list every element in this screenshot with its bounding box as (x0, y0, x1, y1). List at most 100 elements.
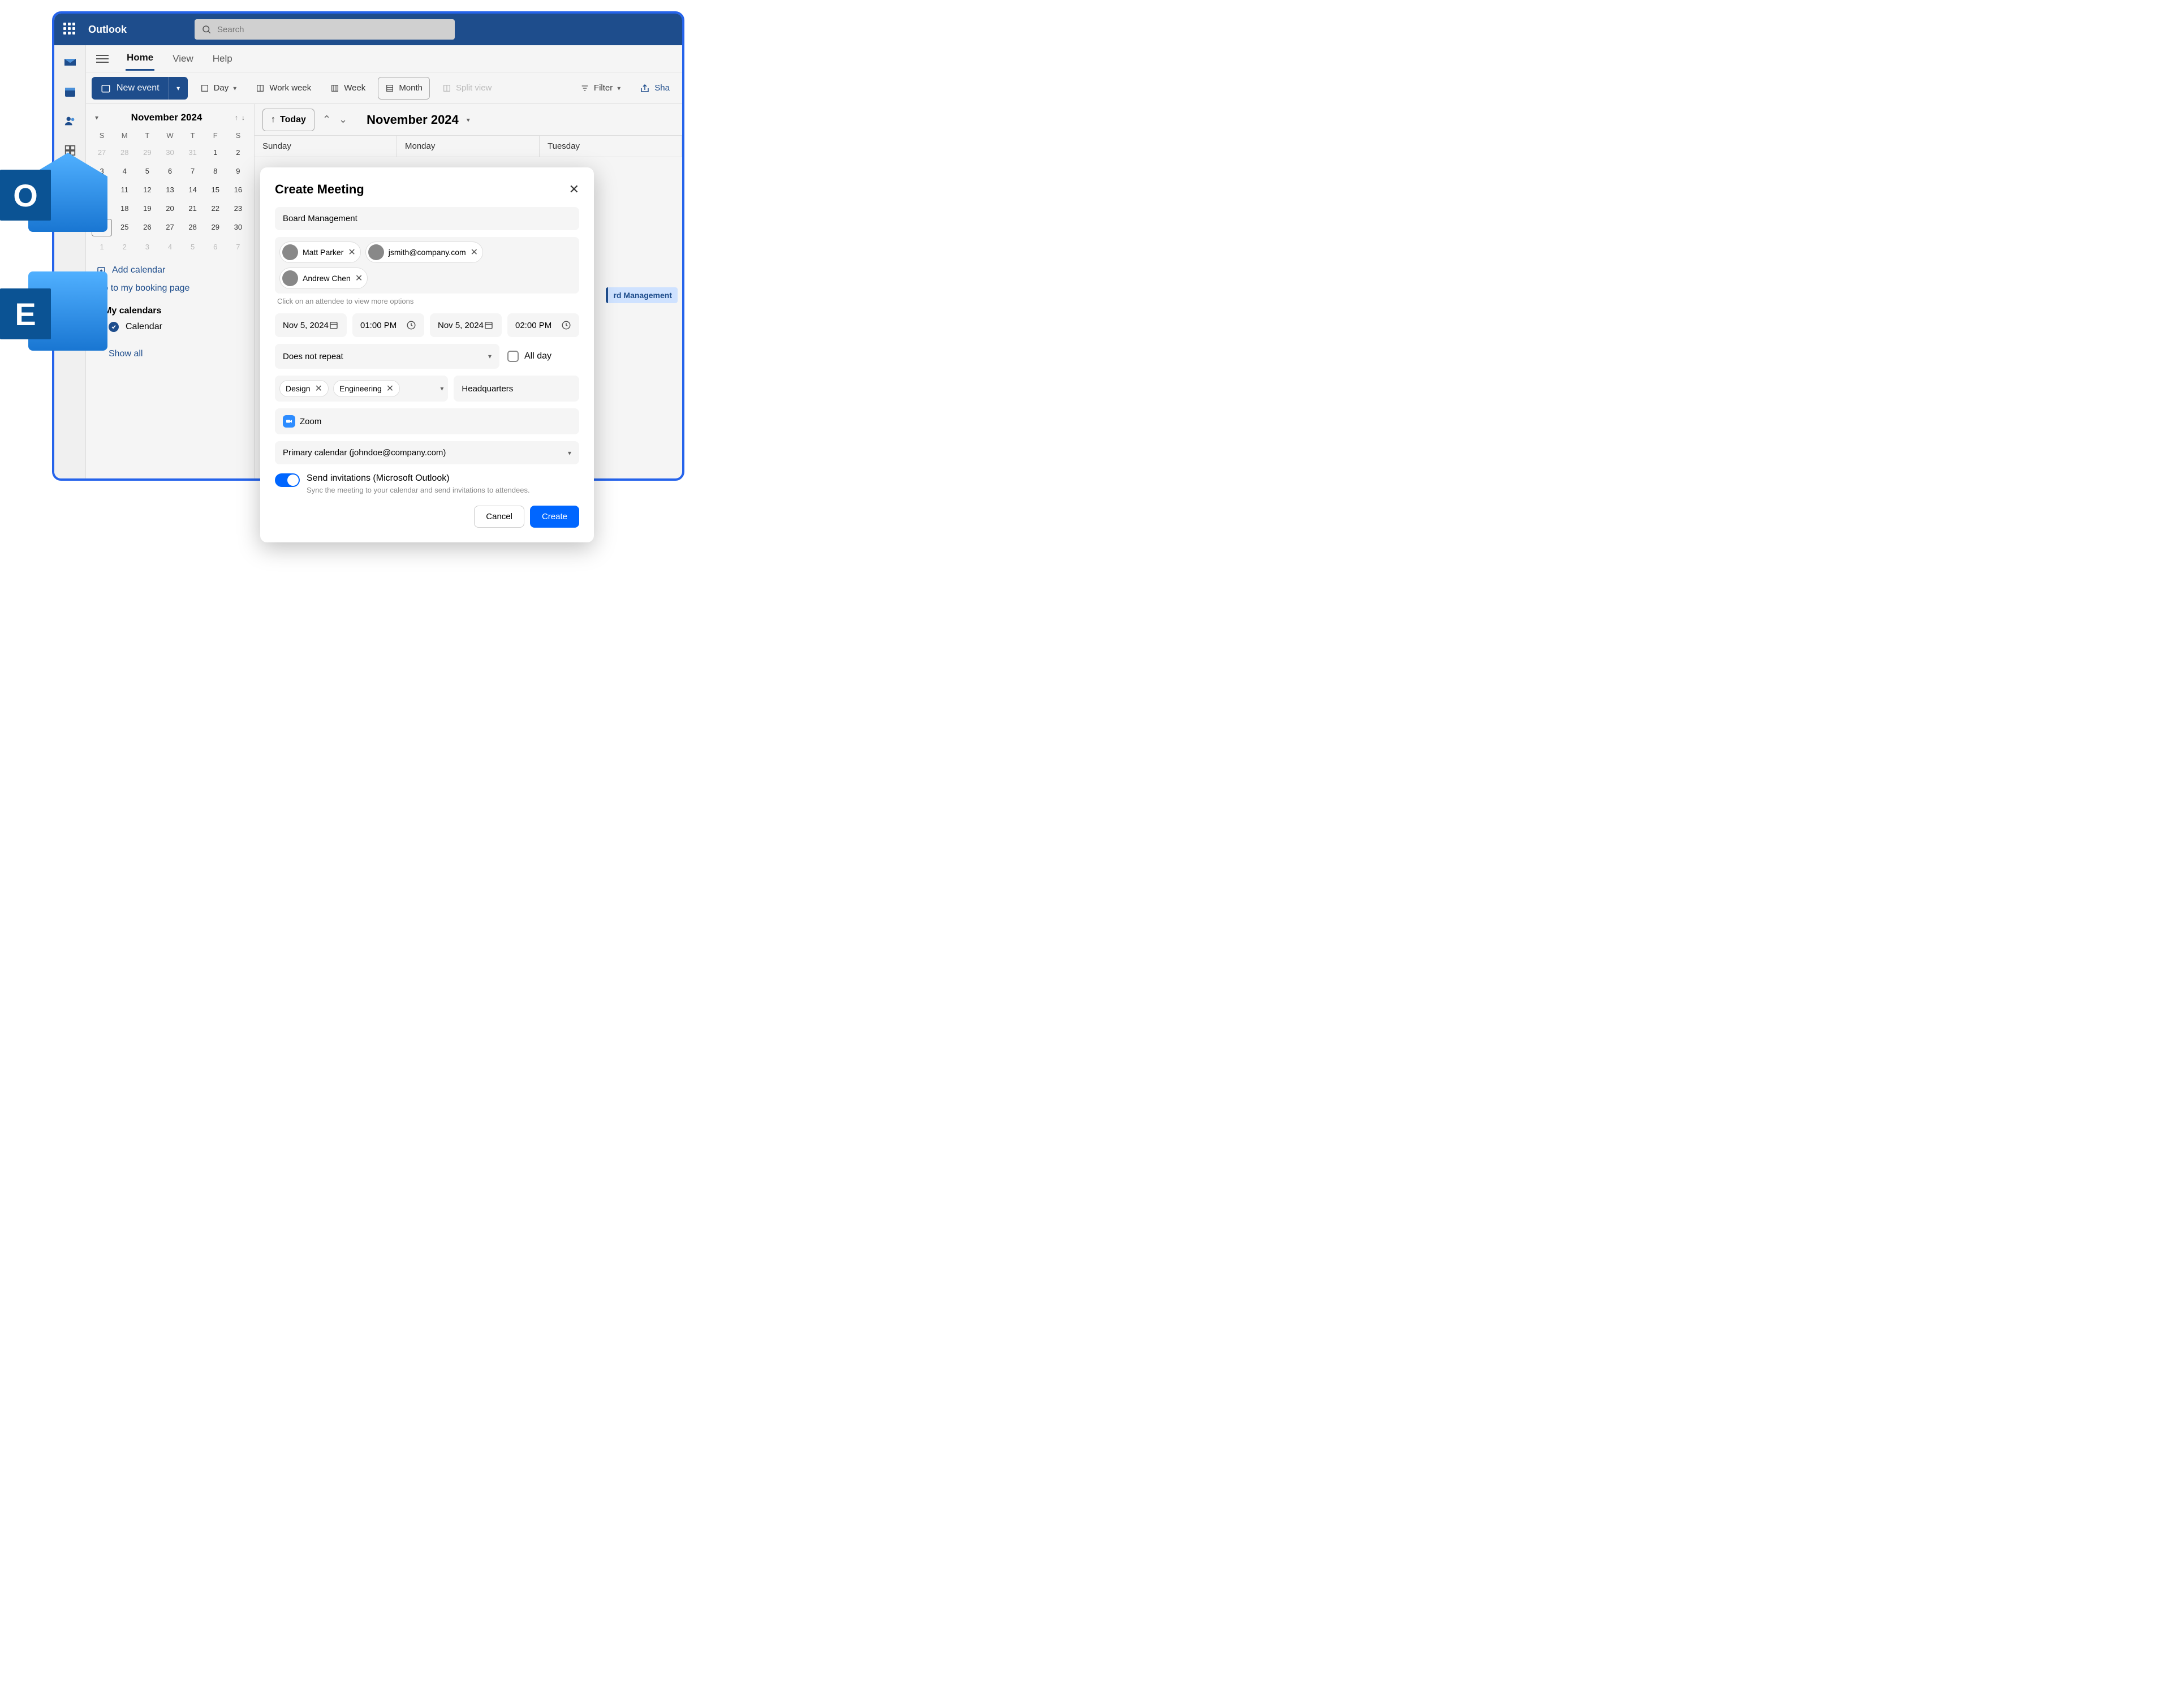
clock-icon (561, 320, 571, 330)
end-time-field[interactable]: 02:00 PM (507, 313, 579, 337)
all-day-checkbox[interactable]: All day (505, 344, 579, 369)
attendees-field[interactable]: Matt Parker✕jsmith@company.com✕ Andrew Ch… (275, 237, 579, 294)
attendee-chip[interactable]: jsmith@company.com✕ (365, 241, 483, 263)
tag-chip[interactable]: Design✕ (279, 380, 329, 397)
my-calendars-header[interactable]: ▾My calendars (92, 306, 248, 316)
mini-cal-day[interactable]: 28 (183, 219, 203, 236)
mini-cal-day[interactable]: 6 (205, 239, 226, 255)
booking-link[interactable]: Go to my booking page (92, 283, 248, 294)
people-icon[interactable] (63, 114, 77, 128)
next-icon[interactable]: ⌄ (339, 114, 347, 126)
mini-cal-day[interactable]: 23 (228, 200, 248, 217)
send-invitations-toggle[interactable] (275, 473, 300, 487)
mail-icon[interactable] (63, 55, 77, 69)
calendar-plus-icon (101, 83, 111, 93)
remove-icon[interactable]: ✕ (386, 383, 394, 394)
mini-cal-day[interactable]: 8 (205, 163, 226, 179)
cancel-button[interactable]: Cancel (474, 506, 524, 528)
mini-cal-day[interactable]: 6 (160, 163, 180, 179)
next-month-icon[interactable]: ↓ (242, 114, 245, 122)
view-day-button[interactable]: Day▾ (193, 77, 244, 100)
tab-view[interactable]: View (171, 48, 195, 70)
show-all-link[interactable]: Show all (92, 349, 248, 359)
mini-cal-day[interactable]: 30 (160, 144, 180, 161)
collapse-icon[interactable]: ▾ (95, 114, 98, 122)
search-input[interactable] (217, 25, 448, 34)
close-icon[interactable]: ✕ (569, 182, 579, 197)
new-event-button[interactable]: New event ▾ (92, 77, 188, 100)
mini-cal-day[interactable]: 7 (228, 239, 248, 255)
conference-field[interactable]: Zoom (275, 408, 579, 434)
month-dropdown-icon[interactable]: ▾ (467, 116, 470, 124)
tag-chip[interactable]: Engineering✕ (333, 380, 400, 397)
mini-cal-day[interactable]: 28 (114, 144, 135, 161)
mini-cal-day[interactable]: 2 (114, 239, 135, 255)
mini-cal-day[interactable]: 7 (183, 163, 203, 179)
mini-cal-day[interactable]: 4 (160, 239, 180, 255)
today-button[interactable]: ↑Today (262, 109, 314, 131)
mini-cal-day[interactable]: 11 (114, 182, 135, 198)
mini-cal-day[interactable]: 19 (137, 200, 157, 217)
mini-cal-day[interactable]: 18 (114, 200, 135, 217)
tags-field[interactable]: Design✕Engineering✕ ▾ (275, 376, 448, 402)
prev-month-icon[interactable]: ↑ (235, 114, 238, 122)
mini-cal-day[interactable]: 20 (160, 200, 180, 217)
location-field[interactable]: Headquarters (454, 376, 579, 402)
mini-cal-day[interactable]: 30 (228, 219, 248, 236)
mini-cal-day[interactable]: 15 (205, 182, 226, 198)
mini-cal-day[interactable]: 21 (183, 200, 203, 217)
mini-cal-day[interactable]: 3 (137, 239, 157, 255)
mini-cal-day[interactable]: 22 (205, 200, 226, 217)
mini-cal-day[interactable]: 2 (228, 144, 248, 161)
tab-help[interactable]: Help (212, 48, 234, 70)
end-date-field[interactable]: Nov 5, 2024 (430, 313, 502, 337)
calendar-event[interactable]: rd Management (606, 287, 678, 303)
mini-cal-day[interactable]: 25 (114, 219, 135, 236)
app-launcher-icon[interactable] (63, 23, 77, 36)
mini-cal-day[interactable]: 29 (137, 144, 157, 161)
mini-cal-day[interactable]: 27 (160, 219, 180, 236)
hamburger-icon[interactable] (96, 53, 109, 65)
attendee-chip[interactable]: Matt Parker✕ (279, 241, 361, 263)
mini-cal-day[interactable]: 29 (205, 219, 226, 236)
external-icons: O E (0, 147, 113, 385)
calendar-item[interactable]: Calendar (92, 316, 248, 332)
create-button[interactable]: Create (530, 506, 579, 528)
calendar-icon[interactable] (63, 85, 77, 98)
start-date-field[interactable]: Nov 5, 2024 (275, 313, 347, 337)
mini-cal-day[interactable]: 9 (228, 163, 248, 179)
mini-cal-day[interactable]: 4 (114, 163, 135, 179)
mini-cal-day[interactable]: 16 (228, 182, 248, 198)
repeat-dropdown[interactable]: Does not repeat▾ (275, 344, 499, 369)
view-month-button[interactable]: Month (378, 77, 430, 100)
mini-cal-day[interactable]: 14 (183, 182, 203, 198)
remove-icon[interactable]: ✕ (355, 273, 363, 284)
split-view-button[interactable]: Split view (436, 77, 498, 100)
exchange-logo-icon: E (0, 266, 113, 368)
mini-cal-day[interactable]: 5 (137, 163, 157, 179)
attendee-chip[interactable]: Andrew Chen✕ (279, 268, 368, 289)
share-button[interactable]: Sha (633, 77, 676, 100)
search-box[interactable] (195, 19, 455, 40)
mini-cal-day[interactable]: 26 (137, 219, 157, 236)
filter-button[interactable]: Filter▾ (574, 77, 627, 100)
view-workweek-button[interactable]: Work week (249, 77, 318, 100)
filter-icon (580, 84, 589, 93)
prev-icon[interactable]: ⌃ (322, 114, 331, 126)
view-week-button[interactable]: Week (324, 77, 372, 100)
mini-cal-day[interactable]: 13 (160, 182, 180, 198)
new-event-dropdown[interactable]: ▾ (169, 77, 188, 100)
remove-icon[interactable]: ✕ (471, 247, 478, 258)
remove-icon[interactable]: ✕ (348, 247, 355, 258)
mini-cal-day[interactable]: 5 (183, 239, 203, 255)
tab-home[interactable]: Home (126, 46, 154, 71)
add-calendar-link[interactable]: Add calendar (92, 265, 248, 275)
remove-icon[interactable]: ✕ (315, 383, 322, 394)
calendar-select[interactable]: Primary calendar (johndoe@company.com)▾ (275, 441, 579, 464)
mini-cal-day[interactable]: 12 (137, 182, 157, 198)
meeting-name-input[interactable]: Board Management (275, 207, 579, 230)
start-time-field[interactable]: 01:00 PM (352, 313, 424, 337)
mini-cal-day[interactable]: 1 (205, 144, 226, 161)
mini-cal-day[interactable]: 31 (183, 144, 203, 161)
chevron-down-icon[interactable]: ▾ (440, 385, 443, 393)
